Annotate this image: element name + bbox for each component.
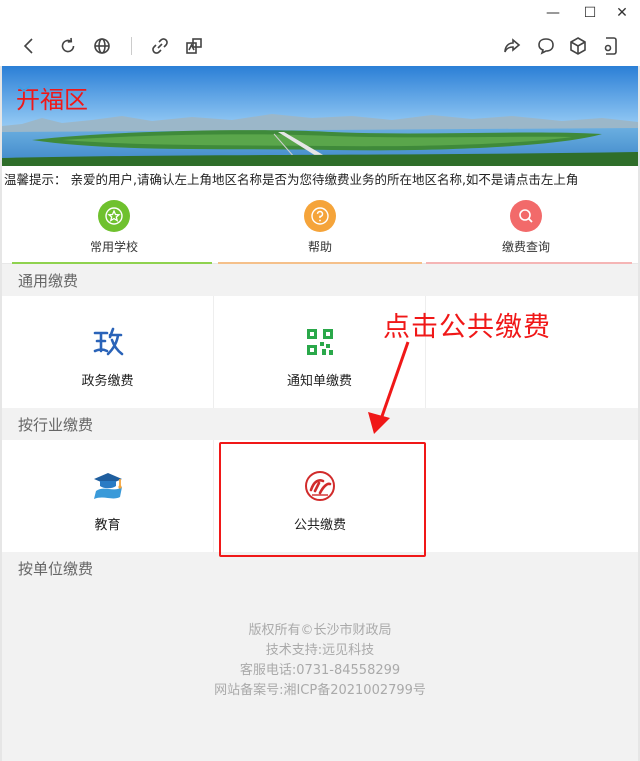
graduation-icon: [88, 466, 128, 506]
quick-link-label: 帮助: [307, 240, 332, 254]
public-payment-label: 公共缴费: [293, 518, 346, 533]
cube-icon[interactable]: [566, 34, 590, 58]
education-payment-label: 教育: [94, 518, 121, 533]
section-industry-title: 按行业缴费: [2, 410, 638, 440]
qr-notice-icon: [300, 322, 340, 362]
quick-link-query[interactable]: 缴费查询: [466, 200, 586, 260]
banner-image: [2, 66, 638, 166]
chevron-down-icon: [17, 85, 31, 93]
quick-link-label: 常用学校: [89, 240, 138, 254]
region-selector[interactable]: 开福区: [16, 80, 88, 115]
footer-copyright: 版权所有©长沙市财政局: [248, 623, 392, 638]
industry-payment-grid: 教育 公共缴费: [2, 440, 638, 552]
window-title-bar: — ☐ ✕: [0, 0, 640, 26]
refresh-icon[interactable]: [56, 34, 80, 58]
question-icon: [304, 200, 336, 232]
quick-link-label: 缴费查询: [501, 240, 550, 254]
footer-icp: 网站备案号:湘ICP备2021002799号: [214, 683, 426, 698]
quick-links-bar: 常用学校 帮助 缴费查询: [2, 194, 638, 264]
page-footer: 版权所有©长沙市财政局 技术支持:远见科技 客服电话:0731-84558299…: [2, 621, 638, 701]
translate-icon[interactable]: [182, 34, 206, 58]
city-banner: 开福区: [2, 66, 638, 166]
quick-link-help[interactable]: 帮助: [260, 200, 380, 260]
section-unit-title: 按单位缴费: [2, 554, 638, 584]
quick-link-underline: [426, 262, 632, 264]
web-page: 开福区 温馨提示： 亲爱的用户,请确认左上角地区名称是否为您待缴费业务的所在地区…: [0, 66, 640, 761]
miniprogram-icon[interactable]: [598, 34, 622, 58]
footer-phone: 客服电话:0731-84558299: [239, 663, 401, 678]
education-payment-button[interactable]: 教育: [2, 440, 214, 552]
share-icon[interactable]: [500, 34, 524, 58]
star-icon: [98, 200, 130, 232]
government-icon: [88, 322, 128, 362]
public-payment-button[interactable]: 公共缴费: [214, 440, 426, 552]
back-icon[interactable]: [17, 34, 41, 58]
public-payment-icon: [300, 466, 340, 506]
quick-link-underline: [218, 262, 422, 264]
browser-toolbar: [0, 26, 640, 66]
maximize-button[interactable]: ☐: [575, 2, 605, 24]
globe-icon[interactable]: [90, 34, 114, 58]
section-general-title: 通用缴费: [2, 266, 638, 296]
link-icon[interactable]: [148, 34, 172, 58]
annotation-arrow-icon: [368, 341, 410, 434]
quick-link-underline: [12, 262, 212, 264]
government-payment-label: 政务缴费: [81, 374, 134, 389]
toolbar-divider: [131, 37, 132, 55]
footer-support: 技术支持:远见科技: [265, 643, 375, 658]
notice-marquee: 温馨提示： 亲爱的用户,请确认左上角地区名称是否为您待缴费业务的所在地区名称,如…: [2, 166, 638, 194]
search-icon: [510, 200, 542, 232]
close-button[interactable]: ✕: [607, 2, 637, 24]
minimize-button[interactable]: —: [538, 2, 568, 24]
government-payment-button[interactable]: 政务缴费: [2, 296, 214, 408]
quick-link-schools[interactable]: 常用学校: [54, 200, 174, 260]
comment-icon[interactable]: [534, 34, 558, 58]
